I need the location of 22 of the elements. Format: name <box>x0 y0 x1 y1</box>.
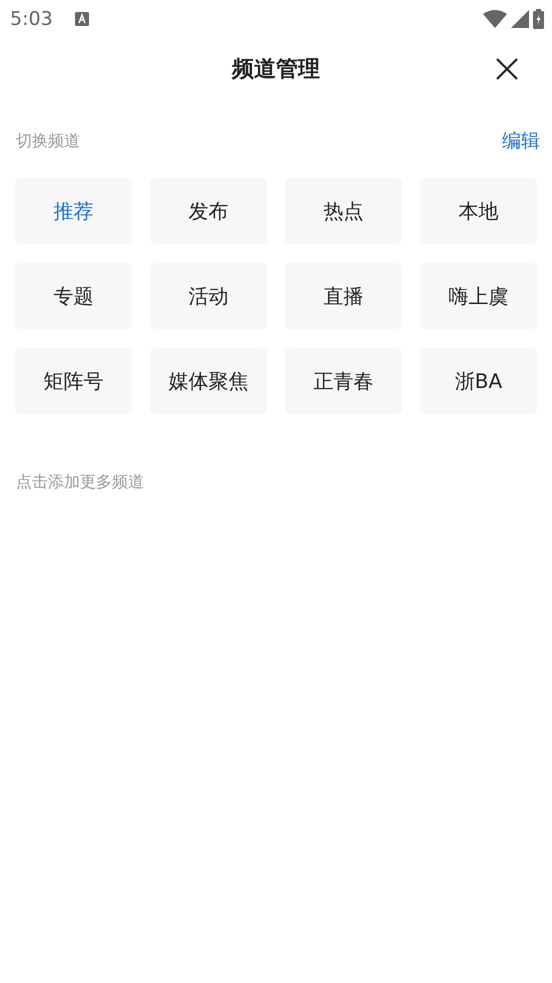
channel-tab[interactable]: 直播 <box>285 263 402 329</box>
channel-tab[interactable]: 正青春 <box>285 348 402 414</box>
add-channels-hint: 点击添加更多频道 <box>15 471 145 493</box>
page-title: 频道管理 <box>232 56 320 84</box>
close-icon[interactable] <box>496 58 518 80</box>
battery-icon <box>533 9 544 29</box>
section-label: 切换频道 <box>16 130 80 152</box>
channel-tab[interactable]: 嗨上虞 <box>420 263 537 329</box>
channel-tab[interactable]: 媒体聚焦 <box>150 348 267 414</box>
channel-tab[interactable]: 专题 <box>15 263 132 329</box>
channel-tab[interactable]: 推荐 <box>15 178 132 244</box>
channel-tab[interactable]: 浙BA <box>420 348 537 414</box>
signal-icon <box>511 10 529 28</box>
channel-tab[interactable]: 活动 <box>150 263 267 329</box>
channel-tab[interactable]: 发布 <box>150 178 267 244</box>
edit-link[interactable]: 编辑 <box>502 128 540 154</box>
channel-tab[interactable]: 矩阵号 <box>15 348 132 414</box>
notification-icon <box>74 12 89 26</box>
wifi-icon <box>483 10 507 28</box>
channel-tab[interactable]: 热点 <box>285 178 402 244</box>
status-time: 5:03 <box>10 8 53 30</box>
channel-tab[interactable]: 本地 <box>420 178 537 244</box>
